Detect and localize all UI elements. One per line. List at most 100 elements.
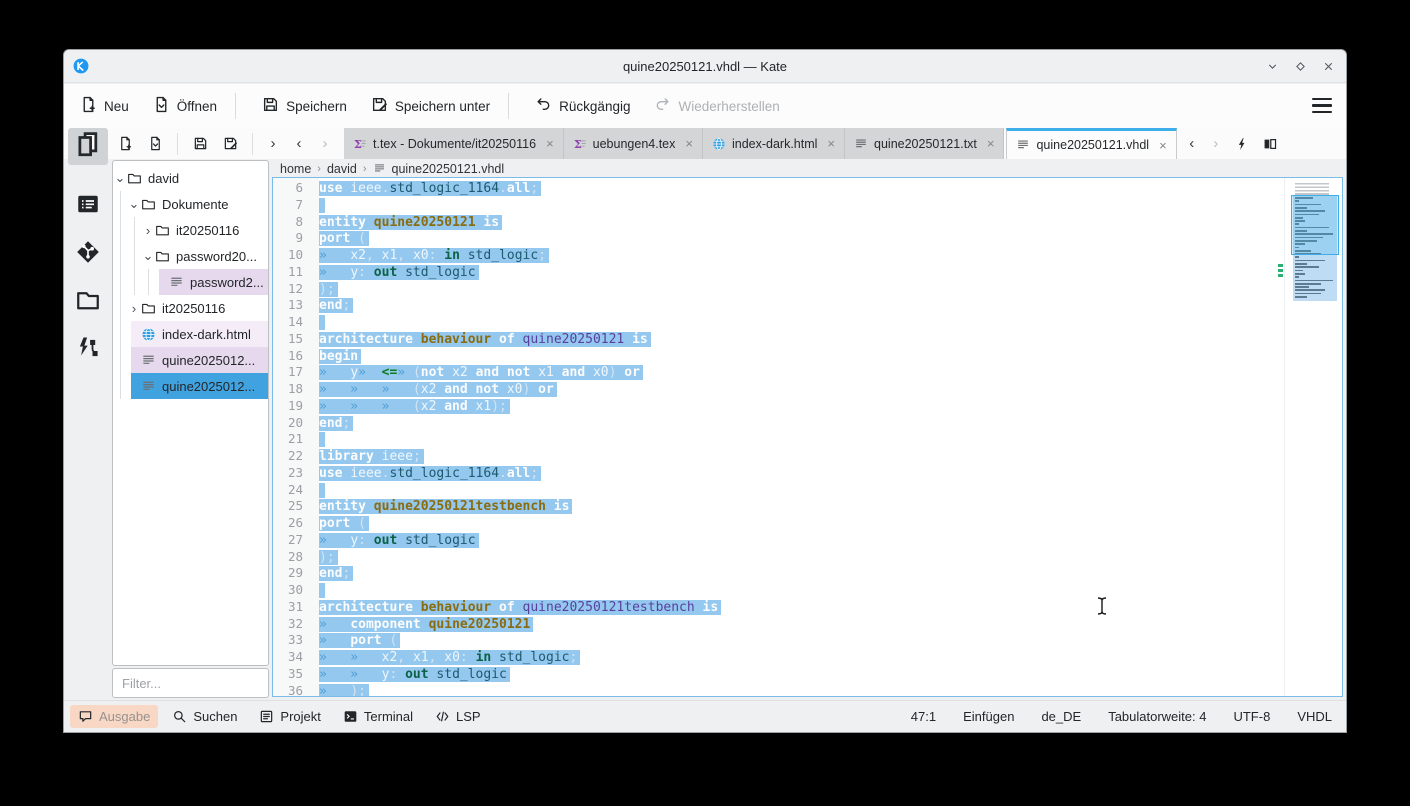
code-line-13[interactable]: 13end;: [273, 297, 1284, 314]
code-line-12[interactable]: 12);: [273, 281, 1284, 298]
tab-quine20250121.vhdl[interactable]: quine20250121.vhdl×: [1006, 128, 1176, 159]
close-button[interactable]: [1320, 59, 1336, 75]
code-line-14[interactable]: 14: [273, 314, 1284, 331]
code-line-17[interactable]: 17» y» <=» (not x2 and not x1 and x0) or: [273, 364, 1284, 381]
code-line-10[interactable]: 10» x2, x1, x0: in std_logic;: [273, 247, 1284, 264]
menu-hamburger-icon[interactable]: [1312, 98, 1332, 113]
chevron-down-icon[interactable]: ⌄: [127, 196, 141, 212]
chevron-down-icon[interactable]: ⌄: [141, 248, 155, 264]
code-line-18[interactable]: 18» » » (x2 and not x0) or: [273, 381, 1284, 398]
chevron-right-icon[interactable]: ›: [127, 301, 141, 316]
new-button[interactable]: Neu: [72, 90, 137, 122]
statusbar-projekt-button[interactable]: Projekt: [251, 705, 328, 728]
tab-new-document-button[interactable]: [112, 132, 138, 156]
code-line-34[interactable]: 34» » x2, x1, x0: in std_logic;: [273, 649, 1284, 666]
code-line-26[interactable]: 26port (: [273, 515, 1284, 532]
minimize-button[interactable]: [1264, 59, 1280, 75]
save-button[interactable]: Speichern: [254, 90, 355, 122]
tree-item-it20250116[interactable]: ›it20250116: [113, 295, 268, 321]
tab-close-icon[interactable]: ×: [827, 136, 835, 151]
chevron-right-icon[interactable]: ›: [141, 223, 155, 238]
tree-item-index-dark.html[interactable]: index-dark.html: [113, 321, 268, 347]
code-line-21[interactable]: 21: [273, 431, 1284, 448]
split-view-icon[interactable]: [1257, 132, 1283, 156]
git-icon[interactable]: [71, 235, 105, 269]
statusbar-suchen-button[interactable]: Suchen: [164, 705, 245, 728]
chevron-right-icon[interactable]: ›: [262, 135, 284, 152]
tab-quine20250121.txt[interactable]: quine20250121.txt×: [845, 128, 1004, 159]
code-line-36[interactable]: 36» );: [273, 683, 1284, 697]
tab-save-button[interactable]: [187, 132, 213, 156]
code-view[interactable]: 6use ieee.std_logic_1164.all;78entity qu…: [272, 177, 1343, 697]
sidebar-item-list-icon[interactable]: [71, 187, 105, 221]
statusbar-cursor-position[interactable]: 47:1: [911, 709, 936, 724]
tab-close-icon[interactable]: ×: [546, 136, 554, 151]
tree-item-Dokumente[interactable]: ⌄Dokumente: [113, 191, 268, 217]
titlebar: quine20250121.vhdl — Kate: [64, 50, 1346, 83]
tab-t.tex - Dokumente/it20250116[interactable]: Σt.tex - Dokumente/it20250116×: [344, 128, 564, 159]
code-line-30[interactable]: 30: [273, 582, 1284, 599]
open-button[interactable]: Öffnen: [145, 90, 225, 122]
statusbar-insert-mode[interactable]: Einfügen: [963, 709, 1014, 724]
chevron-left-icon[interactable]: ‹: [288, 135, 310, 152]
code-line-6[interactable]: 6use ieee.std_logic_1164.all;: [273, 180, 1284, 197]
tab-scroll-right-icon[interactable]: ›: [1205, 135, 1227, 152]
code-line-31[interactable]: 31architecture behaviour of quine2025012…: [273, 599, 1284, 616]
code-line-22[interactable]: 22library ieee;: [273, 448, 1284, 465]
save-as-button[interactable]: Speichern unter: [363, 90, 498, 122]
tab-scroll-left-icon[interactable]: ‹: [1181, 135, 1203, 152]
tree-item-quine2025012...[interactable]: quine2025012...: [113, 373, 268, 399]
code-line-20[interactable]: 20end;: [273, 415, 1284, 432]
statusbar-ausgabe-button[interactable]: Ausgabe: [70, 705, 158, 728]
breadcrumb-item[interactable]: david: [327, 162, 357, 176]
code-line-7[interactable]: 7: [273, 197, 1284, 214]
tree-item-david[interactable]: ⌄david: [113, 165, 268, 191]
code-line-35[interactable]: 35» » y: out std_logic: [273, 666, 1284, 683]
statusbar-dictionary[interactable]: de_DE: [1041, 709, 1081, 724]
code-line-11[interactable]: 11» y: out std_logic: [273, 264, 1284, 281]
minimap-viewport[interactable]: [1291, 195, 1339, 255]
code-line-19[interactable]: 19» » » (x2 and x1);: [273, 398, 1284, 415]
sidebar-toggle-documents[interactable]: [68, 128, 108, 165]
breadcrumb-file[interactable]: quine20250121.vhdl: [392, 162, 505, 176]
code-line-27[interactable]: 27» y: out std_logic: [273, 532, 1284, 549]
statusbar-terminal-button[interactable]: Terminal: [335, 705, 421, 728]
code-line-9[interactable]: 9port (: [273, 230, 1284, 247]
statusbar-encoding[interactable]: UTF-8: [1233, 709, 1270, 724]
chevron-right-icon[interactable]: ›: [314, 135, 336, 152]
code-line-15[interactable]: 15architecture behaviour of quine2025012…: [273, 331, 1284, 348]
chevron-down-icon[interactable]: ⌄: [113, 170, 127, 186]
tree-item-it20250116[interactable]: ›it20250116: [113, 217, 268, 243]
redo-button[interactable]: Wiederherstellen: [646, 90, 787, 122]
code-line-24[interactable]: 24: [273, 482, 1284, 499]
undo-button[interactable]: Rückgängig: [527, 90, 638, 122]
code-line-25[interactable]: 25entity quine20250121testbench is: [273, 498, 1284, 515]
breadcrumb-item[interactable]: home: [280, 162, 311, 176]
symbols-bolt-icon[interactable]: [71, 331, 105, 365]
tab-uebungen4.tex[interactable]: Σuebungen4.tex×: [564, 128, 703, 159]
tab-open-button[interactable]: [142, 132, 168, 156]
quick-open-bolt-icon[interactable]: [1229, 132, 1255, 156]
code-line-28[interactable]: 28);: [273, 549, 1284, 566]
tab-close-icon[interactable]: ×: [987, 136, 995, 151]
code-line-23[interactable]: 23use ieee.std_logic_1164.all;: [273, 465, 1284, 482]
filter-input[interactable]: [112, 668, 269, 698]
maximize-button[interactable]: [1292, 59, 1308, 75]
folder-icon[interactable]: [71, 283, 105, 317]
statusbar-syntax-mode[interactable]: VHDL: [1297, 709, 1332, 724]
code-line-33[interactable]: 33» port (: [273, 632, 1284, 649]
statusbar-tab-width[interactable]: Tabulatorweite: 4: [1108, 709, 1206, 724]
tree-item-quine2025012...[interactable]: quine2025012...: [113, 347, 268, 373]
tab-save-as-button[interactable]: [217, 132, 243, 156]
code-line-32[interactable]: 32» component quine20250121: [273, 616, 1284, 633]
tab-close-icon[interactable]: ×: [685, 136, 693, 151]
code-line-8[interactable]: 8entity quine20250121 is: [273, 214, 1284, 231]
tree-item-password2...[interactable]: password2...: [113, 269, 268, 295]
code-line-29[interactable]: 29end;: [273, 565, 1284, 582]
tab-index-dark.html[interactable]: index-dark.html×: [703, 128, 845, 159]
statusbar-lsp-button[interactable]: LSP: [427, 705, 489, 728]
tab-close-icon[interactable]: ×: [1159, 138, 1167, 153]
minimap-scrollbar[interactable]: [1284, 178, 1341, 696]
tree-item-password20...[interactable]: ⌄password20...: [113, 243, 268, 269]
code-line-16[interactable]: 16begin: [273, 348, 1284, 365]
